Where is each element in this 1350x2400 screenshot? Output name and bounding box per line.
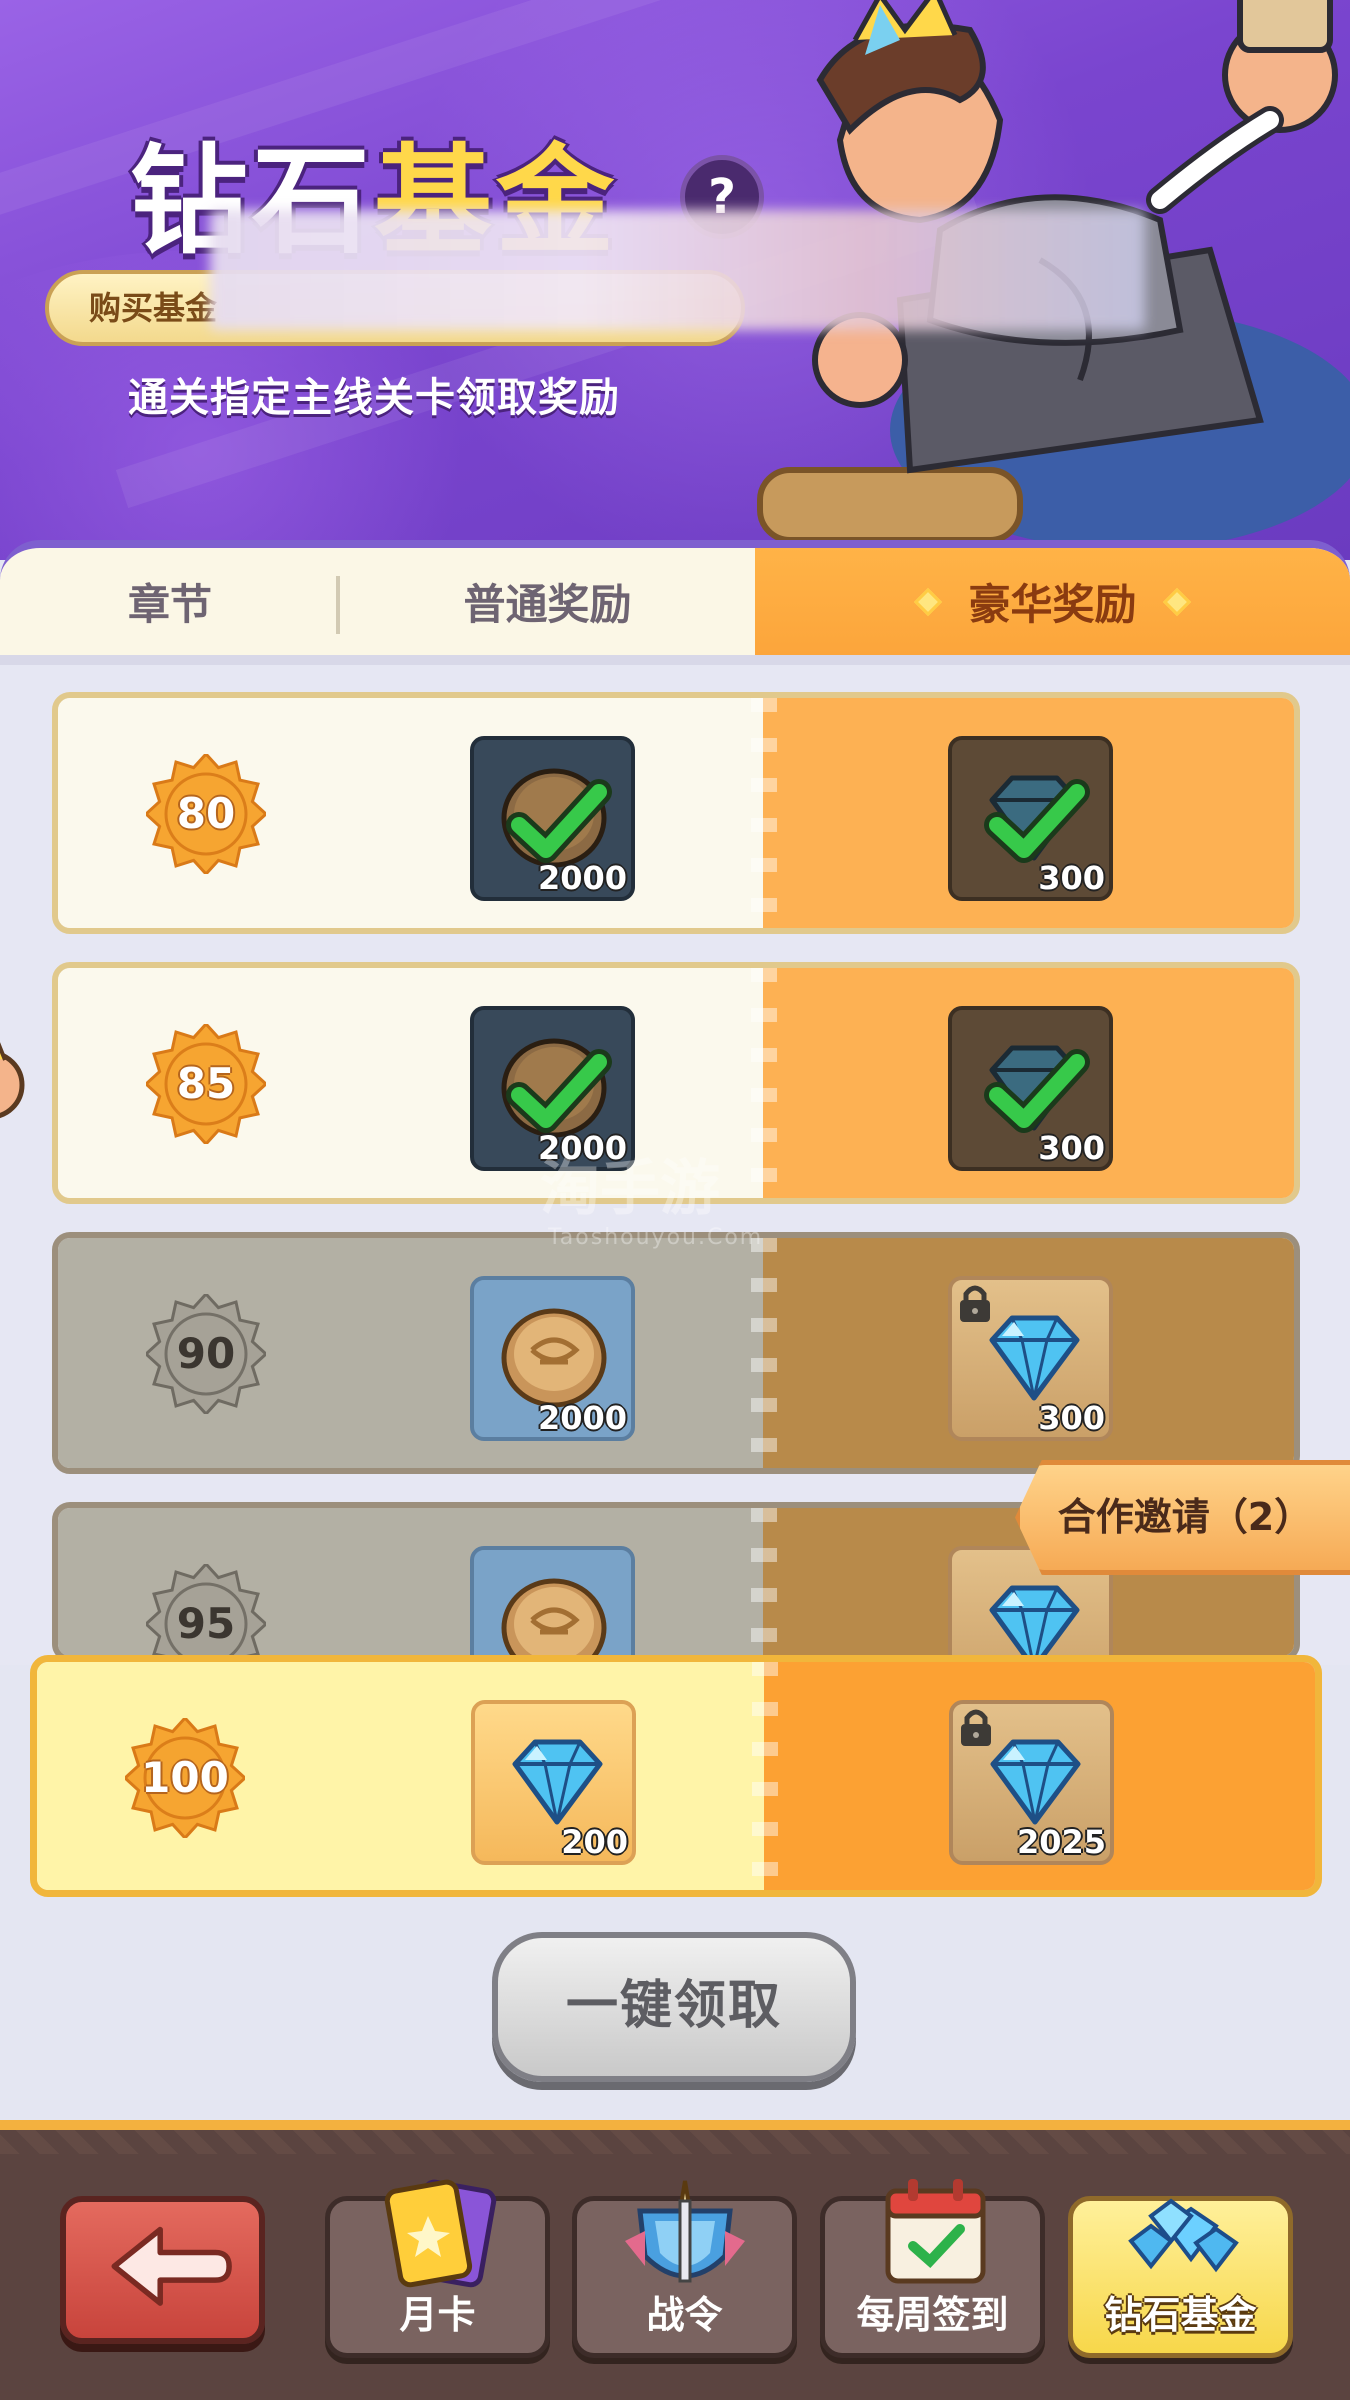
lock-icon [960,1285,990,1322]
chapter-number: 80 [176,789,236,838]
chapter-number: 95 [176,1599,236,1648]
chapter-number: 85 [176,1059,236,1108]
normal-reward-slot[interactable]: 200 [471,1700,636,1865]
partner-invite-button[interactable]: 合作邀请（2） [1015,1460,1350,1575]
sword-shield-icon [624,2180,745,2283]
chapter-badge-icon: 85 [143,1021,269,1147]
side-avatar-icon[interactable] [0,1030,40,1140]
normal-reward-slot[interactable]: 2000 [470,1276,635,1441]
reward-row: 100 200 2025 [30,1655,1322,1897]
header-banner: 钻石基金 ? 购买基金 通关指定主线关卡领取奖励 [0,0,1350,560]
calendar-check-icon [885,2179,985,2284]
chapter-number: 90 [176,1329,236,1378]
reward-row: 90 2000 300 [52,1232,1300,1474]
diamond-pile-icon [1127,2198,1239,2273]
reward-quantity: 2025 [1016,1823,1106,1861]
row-divider [751,968,777,1198]
reward-quantity: 2000 [537,1399,627,1437]
chapter-badge-icon: 80 [143,751,269,877]
watermark-brand: 淘手游 [540,1154,720,1224]
row-divider [751,1508,777,1656]
nav-monthly-card[interactable]: 月卡 [325,2179,550,2358]
row-divider [752,1662,778,1890]
reward-quantity: 300 [1038,859,1105,897]
tab-normal-reward: 普通奖励 [463,580,632,629]
deluxe-reward-slot[interactable]: 2025 [949,1700,1114,1865]
reward-quantity: 2000 [537,859,627,897]
list-top-edge [0,655,1350,665]
blurred-overlay [210,210,1145,330]
lock-icon [961,1709,991,1746]
chapter-badge-icon: 95 [143,1561,269,1656]
back-button[interactable] [60,2196,265,2344]
normal-reward-slot[interactable] [470,1546,635,1656]
row-divider [751,698,777,928]
deluxe-reward-slot[interactable]: 300 [948,1006,1113,1171]
bottom-navigation: 月卡 战令 每周签到 钻石基金 [0,2120,1350,2400]
reward-tabs: 章节 普通奖励 豪华奖励 [0,540,1350,655]
row-divider [751,1238,777,1468]
tab-deluxe-reward: 豪华奖励 [755,548,1350,655]
back-arrow-icon [111,2226,232,2306]
reward-quantity: 300 [1038,1399,1105,1437]
nav-weekly-checkin[interactable]: 每周签到 [820,2179,1045,2358]
deluxe-reward-slot[interactable]: 300 [948,736,1113,901]
nav-border-pattern [0,2130,1350,2154]
reward-quantity: 200 [561,1823,628,1861]
nav-diamond-fund[interactable]: 钻石基金 [1068,2196,1293,2358]
diamond-ornament-icon [914,587,943,616]
buy-fund-label: 购买基金 [89,289,218,327]
claim-all-button[interactable]: 一键领取 [492,1932,856,2082]
normal-reward-slot[interactable]: 2000 [470,736,635,901]
watermark-url: Taoshouyou.Com [548,1225,764,1250]
chapter-badge-icon: 100 [122,1715,248,1841]
tab-chapter: 章节 [0,548,340,655]
nav-battle-pass[interactable]: 战令 [572,2180,797,2358]
diamond-ornament-icon [1162,587,1191,616]
reward-quantity: 300 [1038,1129,1105,1167]
page-subtitle: 通关指定主线关卡领取奖励 [128,375,620,421]
deluxe-reward-slot[interactable]: 300 [948,1276,1113,1441]
reward-row: 80 2000 300 [52,692,1300,934]
card-icon [384,2179,496,2288]
chapter-number: 100 [141,1753,229,1802]
chapter-badge-icon: 90 [143,1291,269,1417]
